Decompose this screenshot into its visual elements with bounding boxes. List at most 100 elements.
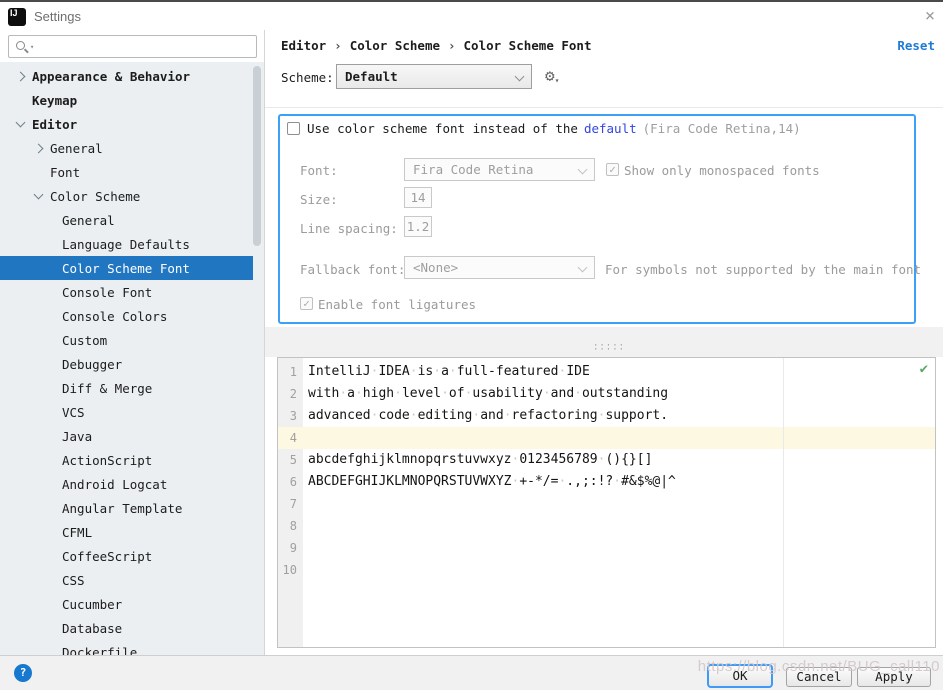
- editor-line-text: [303, 515, 308, 537]
- editor-line[interactable]: 7: [278, 493, 935, 515]
- editor-line-text: IntelliJ·IDEA·is·a·full-featured·IDE: [303, 361, 590, 383]
- sidebar-item-label: VCS: [62, 405, 85, 420]
- sidebar-item-java[interactable]: Java: [0, 424, 253, 448]
- sidebar-item-language-defaults[interactable]: Language Defaults: [0, 232, 253, 256]
- breadcrumb: Editor›Color Scheme›Color Scheme Font: [281, 38, 591, 53]
- editor-line[interactable]: 1IntelliJ·IDEA·is·a·full-featured·IDE: [278, 361, 935, 383]
- fallback-font-label: Fallback font:: [300, 262, 405, 277]
- sidebar-item-label: Diff & Merge: [62, 381, 152, 396]
- editor-line[interactable]: 5abcdefghijklmnopqrstuvwxyz·0123456789·(…: [278, 449, 935, 471]
- sidebar-item-general[interactable]: General: [0, 136, 253, 160]
- sidebar-item-label: Console Font: [62, 285, 152, 300]
- editor-line[interactable]: 2with·a·high·level·of·usability·and·outs…: [278, 383, 935, 405]
- title-bar: IJ Settings ×: [0, 2, 943, 30]
- sidebar-item-editor[interactable]: Editor: [0, 112, 253, 136]
- line-number: 3: [278, 405, 303, 427]
- use-scheme-font-checkbox[interactable]: [287, 122, 300, 135]
- settings-window: { "window": { "title": "Settings" }, "ic…: [0, 0, 943, 690]
- sidebar-item-label: Keymap: [32, 93, 77, 108]
- sidebar-item-angular-template[interactable]: Angular Template: [0, 496, 253, 520]
- sidebar-scrollbar[interactable]: [253, 66, 261, 246]
- sidebar-item-color-scheme[interactable]: Color Scheme: [0, 184, 253, 208]
- fallback-font-value: <None>: [413, 260, 578, 275]
- sidebar-item-label: Color Scheme Font: [62, 261, 190, 276]
- size-field: 14: [404, 187, 432, 208]
- splitter-grip-icon[interactable]: ····· ·····: [592, 344, 626, 352]
- sidebar-item-label: Angular Template: [62, 501, 182, 516]
- help-icon[interactable]: ?: [14, 664, 32, 682]
- sidebar-item-console-font[interactable]: Console Font: [0, 280, 253, 304]
- sidebar-item-diff-merge[interactable]: Diff & Merge: [0, 376, 253, 400]
- scheme-select[interactable]: Default: [336, 64, 532, 89]
- apply-button[interactable]: Apply: [857, 667, 931, 687]
- scheme-label: Scheme:: [281, 70, 334, 85]
- editor-line[interactable]: 4: [278, 427, 935, 449]
- sidebar-item-debugger[interactable]: Debugger: [0, 352, 253, 376]
- search-area: ▾: [0, 30, 264, 62]
- search-input[interactable]: ▾: [8, 35, 257, 58]
- ok-button[interactable]: OK: [707, 664, 773, 688]
- editor-line[interactable]: 3advanced·code·editing·and·refactoring·s…: [278, 405, 935, 427]
- editor-line-text: with·a·high·level·of·usability·and·outst…: [303, 383, 668, 405]
- sidebar-item-label: Database: [62, 621, 122, 636]
- sidebar-item-label: Android Logcat: [62, 477, 167, 492]
- sidebar-item-css[interactable]: CSS: [0, 568, 253, 592]
- right-margin-guide: [783, 358, 784, 647]
- chevron-down-icon[interactable]: [12, 112, 32, 136]
- sidebar-item-vcs[interactable]: VCS: [0, 400, 253, 424]
- editor-line[interactable]: 9: [278, 537, 935, 559]
- sidebar-item-database[interactable]: Database: [0, 616, 253, 640]
- editor-line-text: [303, 427, 308, 449]
- sidebar-item-color-scheme-font[interactable]: Color Scheme Font: [0, 256, 253, 280]
- breadcrumb-item[interactable]: Color Scheme: [350, 38, 440, 53]
- search-field[interactable]: [34, 36, 256, 57]
- fallback-hint: For symbols not supported by the main fo…: [605, 262, 921, 277]
- chevron-down-icon[interactable]: [30, 184, 50, 208]
- sidebar-item-dockerfile[interactable]: Dockerfile: [0, 640, 253, 655]
- breadcrumb-item[interactable]: Color Scheme Font: [464, 38, 592, 53]
- sidebar-item-custom[interactable]: Custom: [0, 328, 253, 352]
- breadcrumb-item[interactable]: Editor: [281, 38, 326, 53]
- line-number: 8: [278, 515, 303, 537]
- chevron-down-icon: [578, 264, 586, 272]
- line-spacing-field: 1.2: [404, 216, 432, 237]
- sidebar-item-appearance-behavior[interactable]: Appearance & Behavior: [0, 64, 253, 88]
- sidebar-item-label: Java: [62, 429, 92, 444]
- line-number: 5: [278, 449, 303, 471]
- size-label: Size:: [300, 192, 338, 207]
- cancel-button[interactable]: Cancel: [786, 667, 852, 687]
- header-separator: [265, 107, 943, 108]
- chevron-down-icon: [578, 166, 586, 174]
- sidebar-item-actionscript[interactable]: ActionScript: [0, 448, 253, 472]
- sidebar-item-coffeescript[interactable]: CoffeeScript: [0, 544, 253, 568]
- sidebar-item-cucumber[interactable]: Cucumber: [0, 592, 253, 616]
- editor-line[interactable]: 8: [278, 515, 935, 537]
- chevron-right-icon[interactable]: [30, 136, 50, 160]
- default-font-link[interactable]: default: [584, 121, 637, 136]
- sidebar-item-keymap[interactable]: Keymap: [0, 88, 253, 112]
- editor-line-text: [303, 537, 308, 559]
- sidebar-item-android-logcat[interactable]: Android Logcat: [0, 472, 253, 496]
- sidebar-item-label: Appearance & Behavior: [32, 69, 190, 84]
- sidebar-item-label: General: [62, 213, 115, 228]
- chevron-right-icon[interactable]: [12, 64, 32, 88]
- reset-button[interactable]: Reset: [897, 38, 935, 53]
- sidebar-item-label: CFML: [62, 525, 92, 540]
- sidebar-item-cfml[interactable]: CFML: [0, 520, 253, 544]
- editor-line[interactable]: 6ABCDEFGHIJKLMNOPQRSTUVWXYZ·+-*/=·.,;:!?…: [278, 471, 935, 493]
- editor-line[interactable]: 10: [278, 559, 935, 581]
- editor-line-text: abcdefghijklmnopqrstuvwxyz·0123456789·()…: [303, 449, 652, 471]
- sidebar-item-console-colors[interactable]: Console Colors: [0, 304, 253, 328]
- sidebar-item-label: Color Scheme: [50, 189, 140, 204]
- close-icon[interactable]: ×: [918, 4, 942, 30]
- line-spacing-label: Line spacing:: [300, 221, 398, 236]
- breadcrumb-separator: ›: [448, 38, 456, 53]
- editor-preview[interactable]: 1IntelliJ·IDEA·is·a·full-featured·IDE2wi…: [277, 357, 936, 648]
- ligatures-label: Enable font ligatures: [318, 297, 476, 312]
- use-scheme-font-label: Use color scheme font instead of the def…: [307, 121, 801, 136]
- sidebar-item-label: Dockerfile: [62, 645, 137, 656]
- sidebar-item-font[interactable]: Font: [0, 160, 253, 184]
- gear-icon[interactable]: ⚙▾: [545, 66, 559, 85]
- monospaced-label: Show only monospaced fonts: [624, 163, 820, 178]
- sidebar-item-general[interactable]: General: [0, 208, 253, 232]
